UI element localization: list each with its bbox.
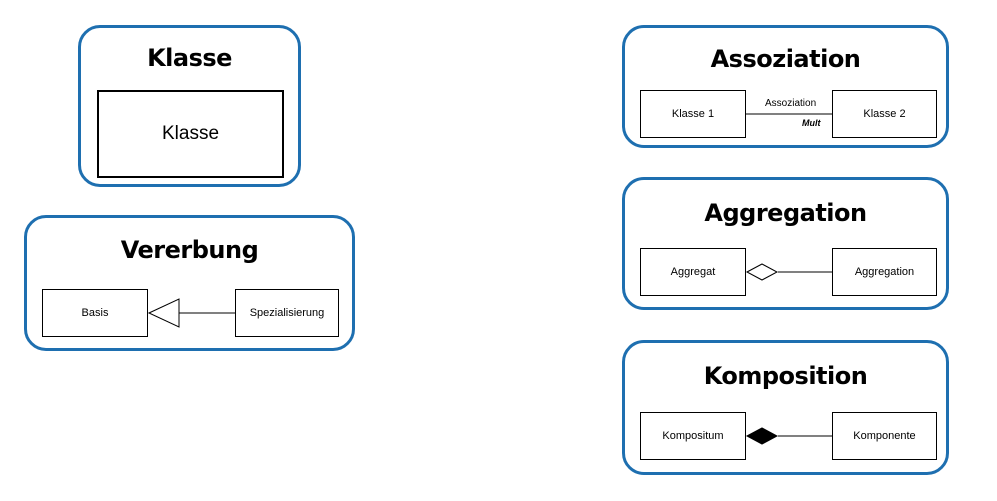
class-box-kompositum: Kompositum [640,412,746,460]
aggregation-connector [745,263,832,281]
card-title-klasse: Klasse [147,44,232,72]
multiplicity-label: Mult [802,118,821,128]
class-box-basis: Basis [42,289,148,337]
card-klasse: Klasse Klasse [78,25,301,187]
aggregation-diamond-icon [745,263,779,281]
composition-diamond-icon [745,427,779,445]
card-komposition: Komposition Kompositum Komponente [622,340,949,475]
association-connector [746,113,832,115]
inheritance-arrowhead-icon [147,298,180,328]
class-box-klasse-1: Klasse 1 [640,90,746,138]
association-label: Assoziation [765,98,817,109]
class-box-aggregation: Aggregation [832,248,937,296]
card-title-komposition: Komposition [703,362,868,390]
card-title-assoziation: Assoziation [710,45,861,73]
class-box-aggregat: Aggregat [640,248,746,296]
class-box-klasse: Klasse [97,90,284,178]
class-box-spezialisierung: Spezialisierung [235,289,339,337]
composition-connector [745,427,832,445]
card-title-vererbung: Vererbung [120,236,259,264]
card-assoziation: Assoziation Klasse 1 Assoziation Mult Kl… [622,25,949,148]
class-box-klasse-2: Klasse 2 [832,90,937,138]
card-title-aggregation: Aggregation [704,199,867,227]
card-vererbung: Vererbung Basis Spezialisierung [24,215,355,351]
class-box-komponente: Komponente [832,412,937,460]
card-aggregation: Aggregation Aggregat Aggregation [622,177,949,310]
inheritance-connector [147,298,235,328]
